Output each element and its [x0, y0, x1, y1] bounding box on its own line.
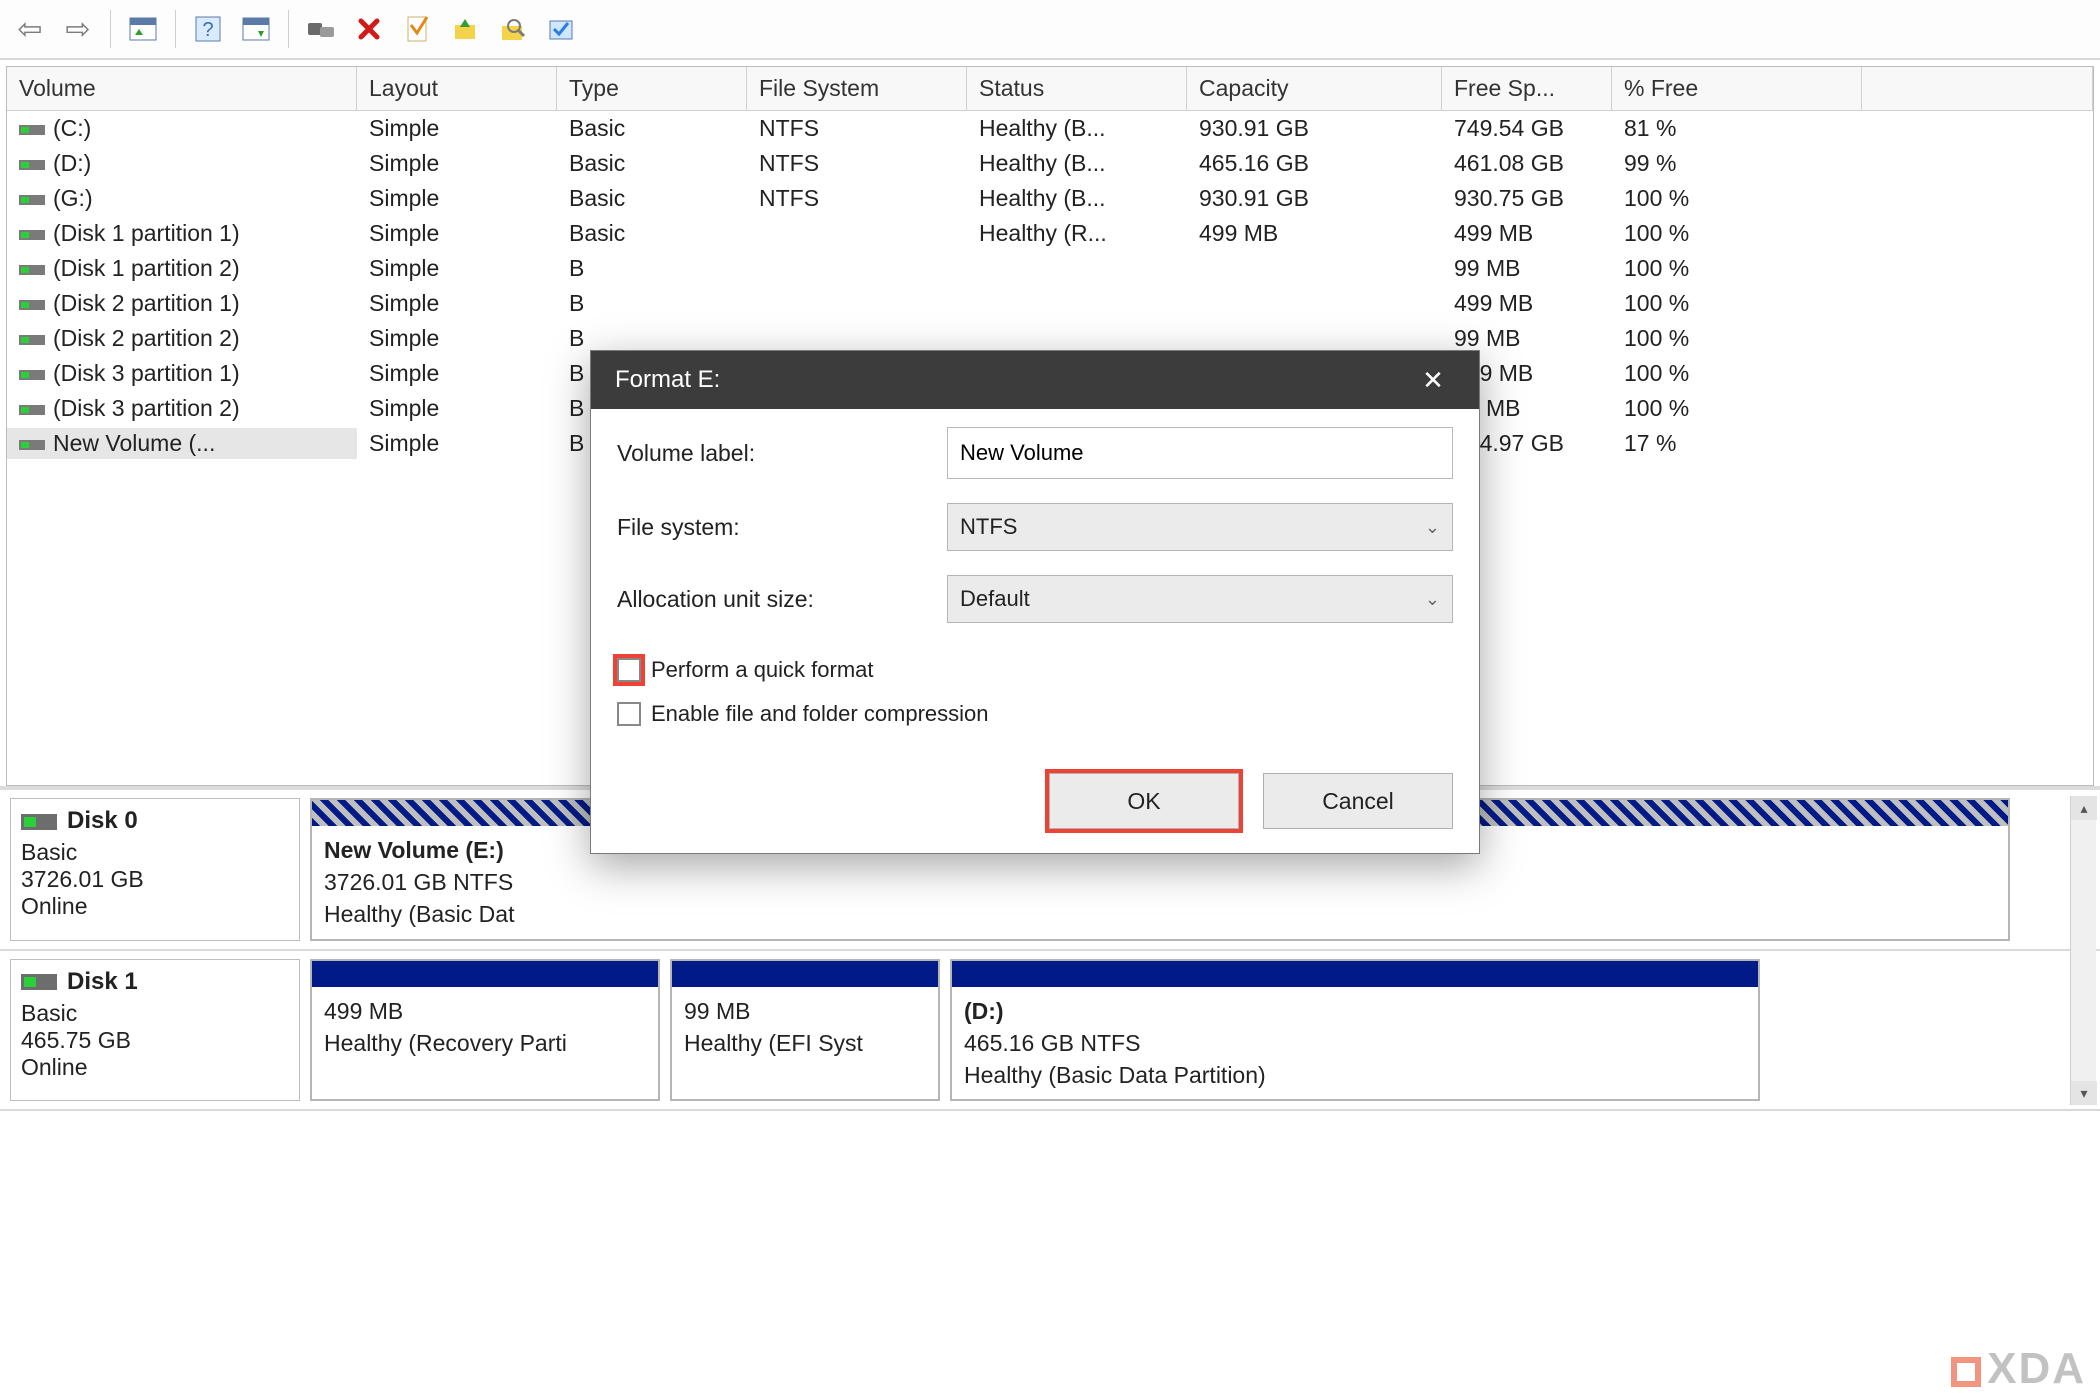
col-extra[interactable]	[1862, 67, 2093, 111]
enable-compression-label: Enable file and folder compression	[651, 701, 989, 727]
disk-icon	[19, 440, 45, 450]
partition[interactable]: (D:)465.16 GB NTFSHealthy (Basic Data Pa…	[950, 959, 1760, 1102]
disk-icon	[19, 335, 45, 345]
disk-icon	[19, 230, 45, 240]
col-capacity[interactable]: Capacity	[1187, 67, 1442, 111]
columns-header[interactable]: Volume Layout Type File System Status Ca…	[7, 67, 2093, 111]
dialog-title-text: Format E:	[615, 366, 720, 394]
cancel-button[interactable]: Cancel	[1263, 773, 1453, 829]
disk-info[interactable]: Disk 0Basic3726.01 GBOnline	[10, 798, 300, 941]
disk-info[interactable]: Disk 1Basic465.75 GBOnline	[10, 959, 300, 1102]
help-icon[interactable]: ?	[186, 7, 230, 51]
forward-button[interactable]: ⇨	[56, 7, 100, 51]
table-row[interactable]: (G:)SimpleBasicNTFSHealthy (B...930.91 G…	[7, 181, 2093, 216]
enable-compression-checkbox[interactable]	[617, 702, 641, 726]
partition-bar	[312, 961, 658, 987]
col-layout[interactable]: Layout	[357, 67, 557, 111]
disk-icon	[19, 125, 45, 135]
separator	[175, 10, 176, 48]
svg-text:?: ?	[202, 19, 213, 41]
col-free[interactable]: Free Sp...	[1442, 67, 1612, 111]
disk-row: Disk 1Basic465.75 GBOnline499 MBHealthy …	[0, 951, 2100, 1112]
action-list-icon[interactable]	[234, 7, 278, 51]
scrollbar[interactable]: ▴ ▾	[2070, 796, 2096, 1105]
col-volume[interactable]: Volume	[7, 67, 357, 111]
disk-icon	[19, 405, 45, 415]
alloc-select[interactable]: Default ⌄	[947, 575, 1453, 623]
disk-icon	[21, 814, 57, 830]
disk-icon	[19, 370, 45, 380]
table-row[interactable]: (Disk 1 partition 1)SimpleBasicHealthy (…	[7, 216, 2093, 251]
show-hide-console-icon[interactable]	[121, 7, 165, 51]
col-type[interactable]: Type	[557, 67, 747, 111]
scroll-up-icon[interactable]: ▴	[2071, 796, 2097, 820]
col-filesystem[interactable]: File System	[747, 67, 967, 111]
dialog-titlebar[interactable]: Format E: ✕	[591, 351, 1479, 409]
table-row[interactable]: (Disk 1 partition 2)SimpleB99 MB100 %	[7, 251, 2093, 286]
toolbar: ⇦ ⇨ ?	[0, 0, 2100, 60]
table-row[interactable]: (Disk 2 partition 1)SimpleB499 MB100 %	[7, 286, 2093, 321]
disk-icon	[19, 195, 45, 205]
export-icon[interactable]	[443, 7, 487, 51]
col-status[interactable]: Status	[967, 67, 1187, 111]
back-button[interactable]: ⇦	[8, 7, 52, 51]
quick-format-checkbox[interactable]	[617, 658, 641, 682]
partition[interactable]: 99 MBHealthy (EFI Syst	[670, 959, 940, 1102]
separator	[110, 10, 111, 48]
chevron-down-icon: ⌄	[1425, 517, 1440, 538]
disk-icon	[21, 974, 57, 990]
file-system-value: NTFS	[960, 514, 1017, 540]
find-icon[interactable]	[491, 7, 535, 51]
chevron-down-icon: ⌄	[1425, 589, 1440, 610]
file-system-select[interactable]: NTFS ⌄	[947, 503, 1453, 551]
quick-format-label: Perform a quick format	[651, 657, 874, 683]
volume-label-label: Volume label:	[617, 440, 947, 467]
ok-button[interactable]: OK	[1049, 773, 1239, 829]
col-pctfree[interactable]: % Free	[1612, 67, 1862, 111]
partition[interactable]: 499 MBHealthy (Recovery Parti	[310, 959, 660, 1102]
separator	[288, 10, 289, 48]
properties-icon[interactable]	[395, 7, 439, 51]
scroll-down-icon[interactable]: ▾	[2071, 1081, 2097, 1105]
partition-bar	[672, 961, 938, 987]
options-icon[interactable]	[539, 7, 583, 51]
close-icon[interactable]: ✕	[1411, 358, 1455, 402]
alloc-value: Default	[960, 586, 1030, 612]
alloc-label: Allocation unit size:	[617, 586, 947, 613]
partition-bar	[952, 961, 1758, 987]
refresh-icon[interactable]	[299, 7, 343, 51]
delete-icon[interactable]	[347, 7, 391, 51]
table-row[interactable]: (D:)SimpleBasicNTFSHealthy (B...465.16 G…	[7, 146, 2093, 181]
table-row[interactable]: (C:)SimpleBasicNTFSHealthy (B...930.91 G…	[7, 111, 2093, 146]
file-system-label: File system:	[617, 514, 947, 541]
disk-icon	[19, 160, 45, 170]
watermark: XDA	[1951, 1344, 2086, 1394]
format-dialog: Format E: ✕ Volume label: File system: N…	[590, 350, 1480, 854]
volume-label-input[interactable]	[947, 427, 1453, 479]
disk-icon	[19, 265, 45, 275]
disk-icon	[19, 300, 45, 310]
